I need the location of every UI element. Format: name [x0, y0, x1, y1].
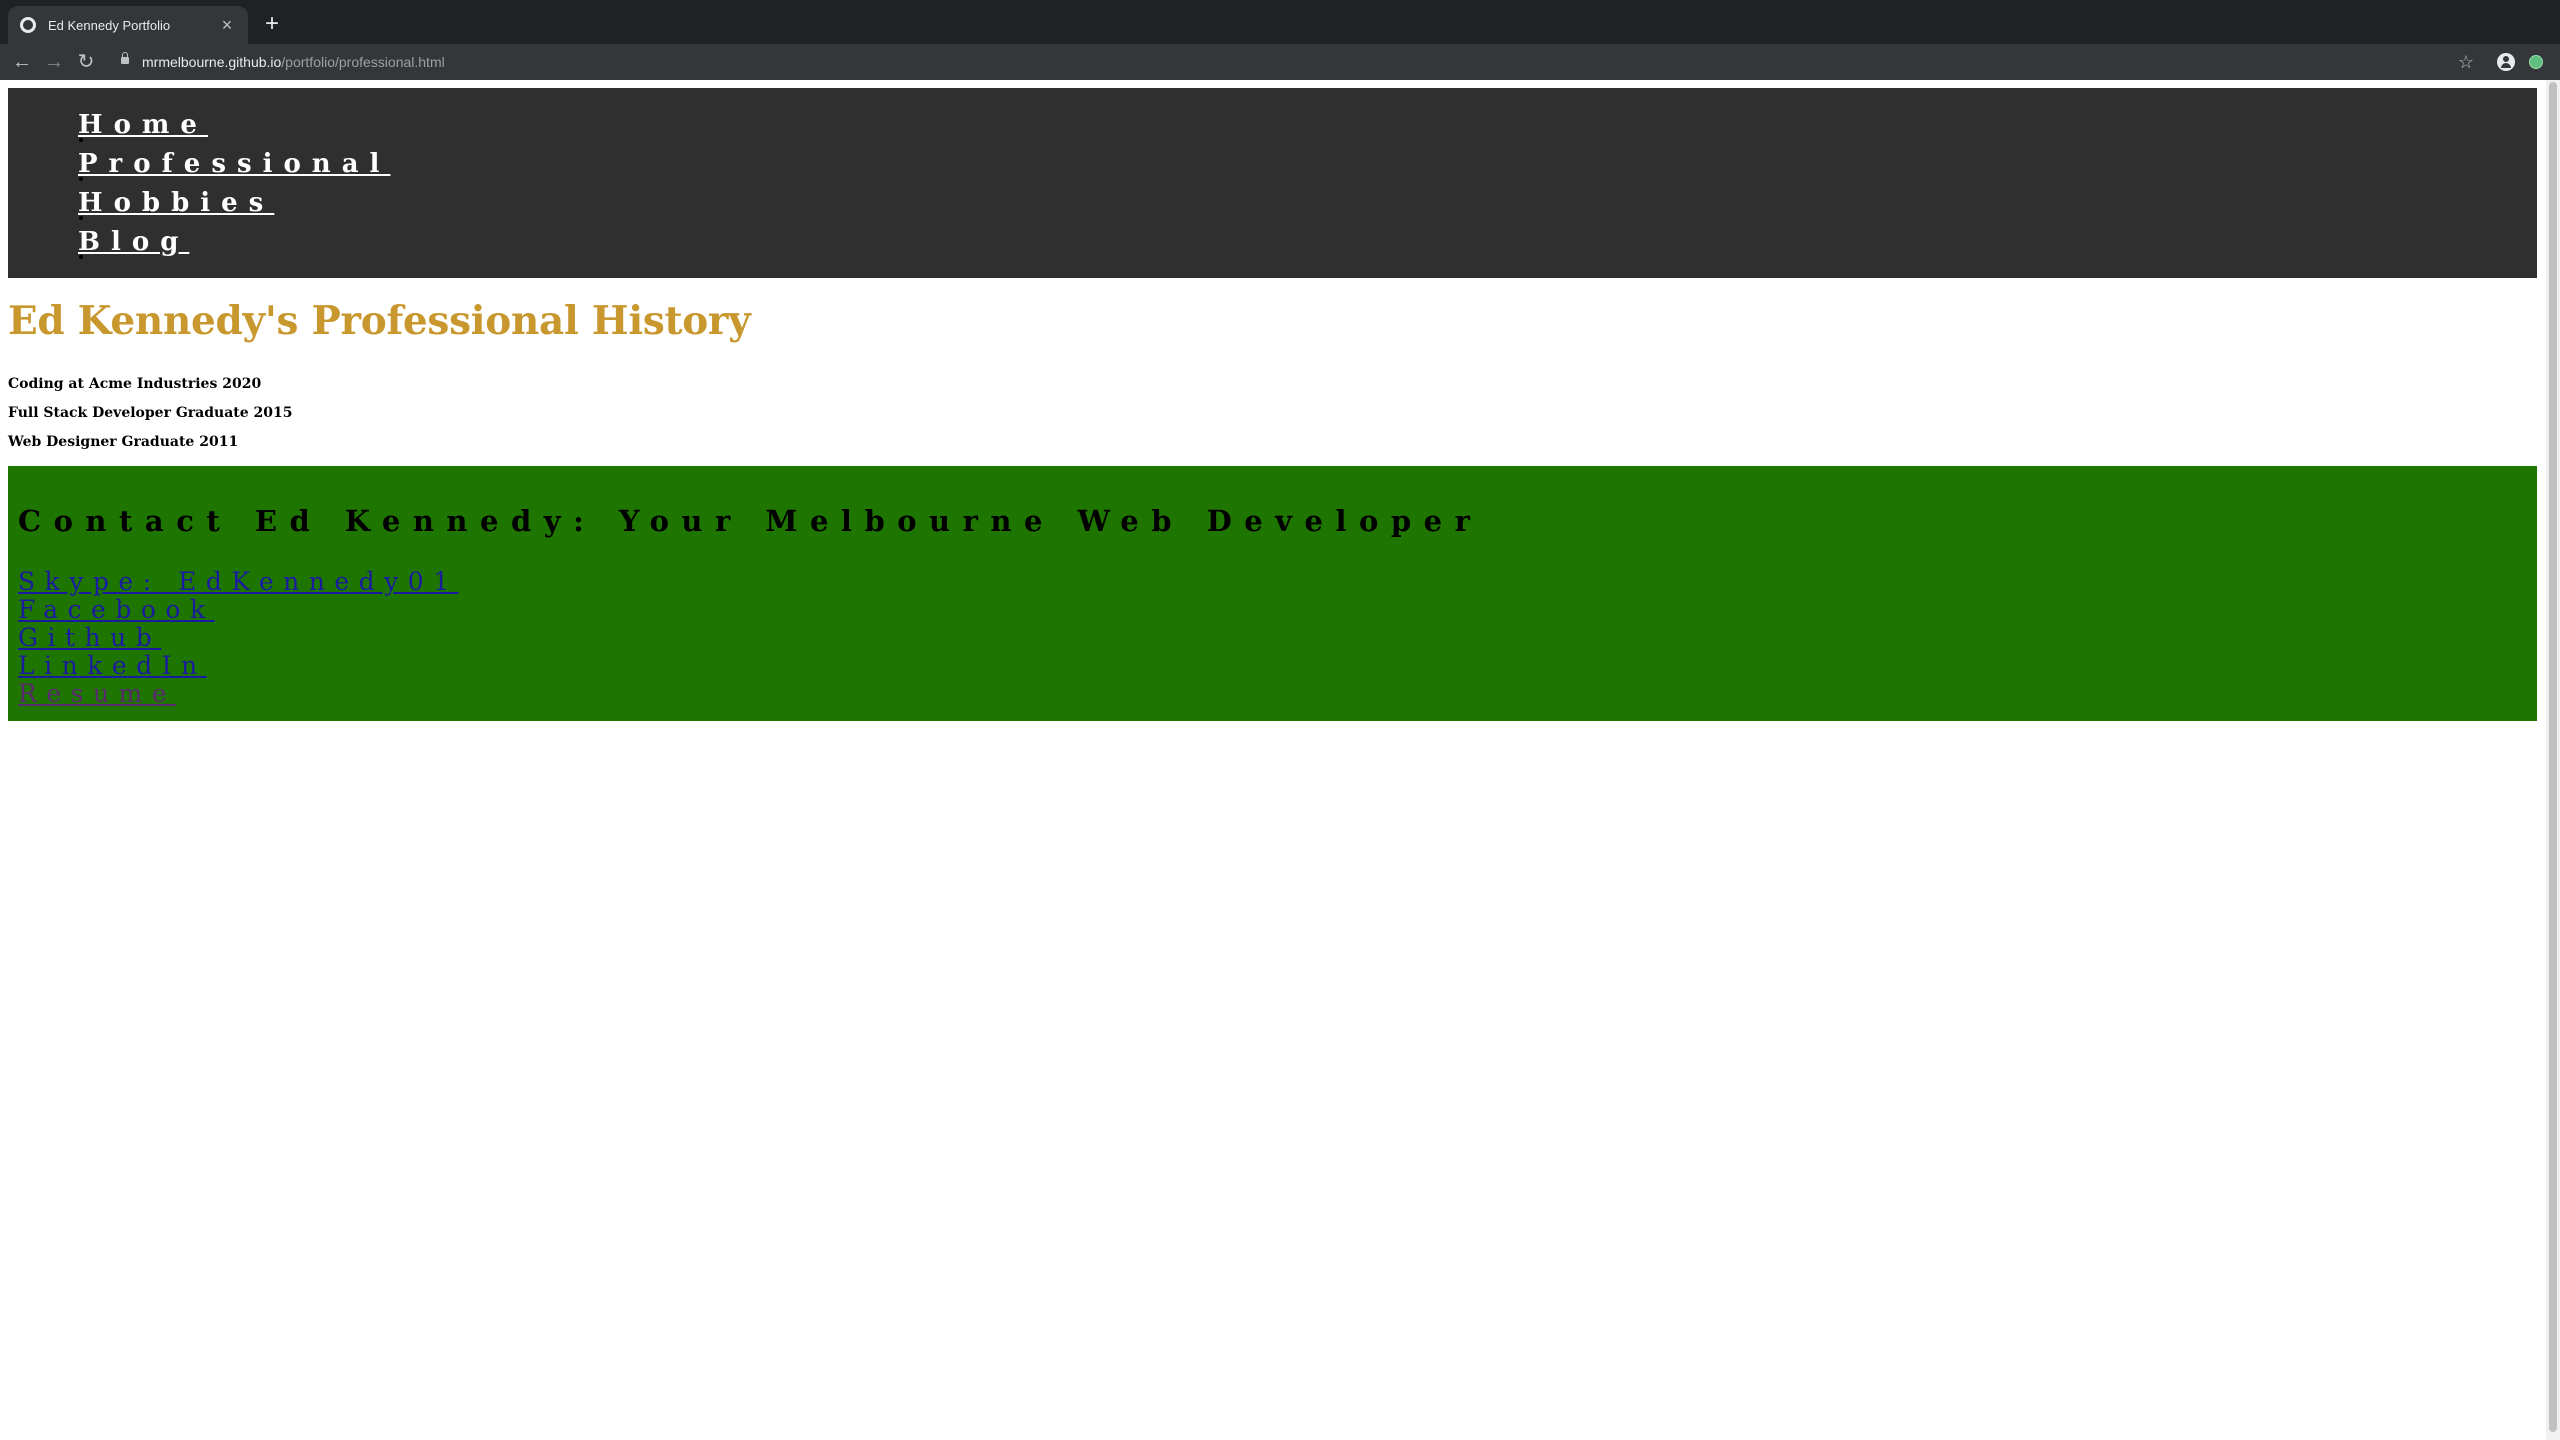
- url-path: /portfolio/professional.html: [281, 54, 445, 70]
- contact-links: Skype: EdKennedy01 Facebook Github Linke…: [18, 568, 459, 708]
- reload-icon[interactable]: ↻: [72, 48, 100, 76]
- nav-link-blog[interactable]: Blog: [78, 227, 189, 257]
- github-link[interactable]: Github: [18, 624, 459, 652]
- history-item: Web Designer Graduate 2011: [8, 434, 239, 450]
- new-tab-button[interactable]: +: [258, 10, 286, 38]
- scrollbar-thumb[interactable]: [2549, 82, 2557, 1432]
- page-scrollbar[interactable]: [2546, 80, 2560, 1440]
- resume-link[interactable]: Resume: [18, 680, 459, 708]
- profile-icon[interactable]: [2497, 53, 2515, 71]
- close-icon[interactable]: ×: [218, 16, 236, 34]
- lock-icon[interactable]: [121, 52, 129, 64]
- nav-link-hobbies[interactable]: Hobbies: [78, 188, 274, 218]
- history-list: Coding at Acme Industries 2020 Full Stac…: [8, 374, 292, 461]
- address-bar[interactable]: mrmelbourne.github.io/portfolio/professi…: [142, 53, 445, 71]
- back-icon[interactable]: ←: [8, 48, 36, 76]
- forward-icon[interactable]: →: [40, 48, 68, 76]
- browser-tabstrip: Ed Kennedy Portfolio × +: [0, 0, 2560, 44]
- nav-link-professional[interactable]: Professional: [78, 149, 390, 179]
- skype-link[interactable]: Skype: EdKennedy01: [18, 568, 459, 596]
- history-item: Coding at Acme Industries 2020: [8, 376, 262, 392]
- history-item: Full Stack Developer Graduate 2015: [8, 405, 293, 421]
- url-host: mrmelbourne.github.io: [142, 54, 282, 70]
- tab-title: Ed Kennedy Portfolio: [48, 17, 171, 33]
- page-title: Ed Kennedy's Professional History: [8, 298, 751, 344]
- facebook-link[interactable]: Facebook: [18, 596, 459, 624]
- contact-heading: Contact Ed Kennedy: Your Melbourne Web D…: [18, 504, 1483, 538]
- contact-section: Contact Ed Kennedy: Your Melbourne Web D…: [8, 466, 2537, 721]
- browser-tab[interactable]: Ed Kennedy Portfolio ×: [8, 6, 248, 44]
- extension-icon[interactable]: [2529, 55, 2543, 69]
- linkedin-link[interactable]: LinkedIn: [18, 652, 459, 680]
- browser-toolbar: ← → ↻ mrmelbourne.github.io/portfolio/pr…: [0, 44, 2560, 80]
- globe-icon: [20, 17, 36, 33]
- site-nav: Home Professional Hobbies Blog: [8, 88, 2537, 278]
- bookmark-star-icon[interactable]: ☆: [2455, 48, 2477, 76]
- page-viewport: Home Professional Hobbies Blog Ed Kenned…: [0, 80, 2546, 1440]
- nav-link-home[interactable]: Home: [78, 110, 208, 140]
